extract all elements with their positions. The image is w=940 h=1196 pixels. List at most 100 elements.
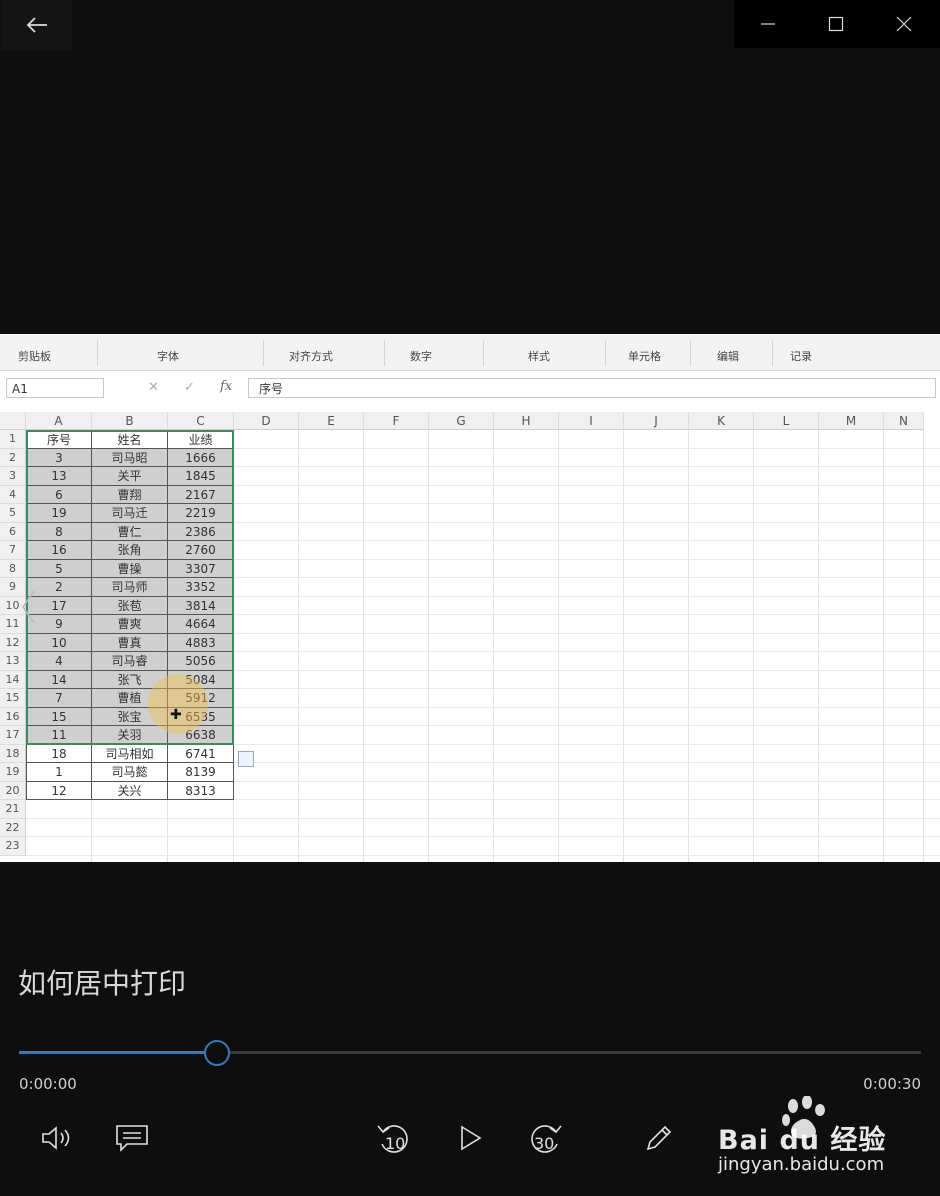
table-cell[interactable]: 张飞 [92, 670, 168, 689]
table-cell[interactable]: 18 [26, 744, 92, 763]
table-cell[interactable]: 张宝 [92, 707, 168, 726]
table-cell[interactable]: 3307 [168, 559, 234, 578]
captions-button[interactable] [114, 1118, 150, 1158]
table-cell[interactable]: 1666 [168, 448, 234, 467]
table-cell[interactable]: 6638 [168, 726, 234, 745]
table-cell[interactable]: 4 [26, 652, 92, 671]
play-button[interactable] [456, 1118, 486, 1158]
table-cell[interactable]: 曹翔 [92, 485, 168, 504]
table-cell[interactable]: 司马师 [92, 578, 168, 597]
table-cell[interactable]: 2219 [168, 504, 234, 523]
table-cell[interactable]: 4664 [168, 615, 234, 634]
maximize-button[interactable] [802, 0, 870, 48]
skip-forward-button[interactable]: 30 [525, 1118, 565, 1158]
table-cell[interactable]: 8139 [168, 763, 234, 782]
table-cell[interactable]: 6741 [168, 744, 234, 763]
edit-button[interactable] [642, 1118, 676, 1158]
quick-analysis-icon[interactable] [238, 750, 254, 767]
table-cell[interactable]: 5084 [168, 670, 234, 689]
table-cell[interactable]: 1 [26, 763, 92, 782]
table-cell[interactable]: 关平 [92, 467, 168, 486]
chevron-left-icon[interactable] [20, 589, 38, 625]
row-header: 22 [0, 818, 26, 837]
excel-ribbon: 剪贴板 字体 对齐方式 数字 样式 单元格 编辑 记录 [0, 334, 940, 371]
cursor-icon: ✚ [170, 706, 182, 723]
table-cell[interactable]: 5912 [168, 689, 234, 708]
progress-thumb[interactable] [204, 1040, 231, 1066]
fx-icon[interactable]: fx [220, 379, 232, 394]
table-cell[interactable]: 3814 [168, 596, 234, 615]
spreadsheet-grid[interactable]: A B C D E F G H I J K L M N 1 2 3 4 5 6 7 8 9 10 11 12 13 14 15 16 17 1… [0, 412, 940, 862]
table-cell[interactable]: 1845 [168, 467, 234, 486]
formula-bar: A1 ✕ ✓ fx 序号 [0, 374, 940, 402]
table-cell[interactable]: 6 [26, 485, 92, 504]
table-cell[interactable]: 司马懿 [92, 763, 168, 782]
grid-line [298, 430, 299, 862]
table-cell[interactable]: 15 [26, 707, 92, 726]
table-cell[interactable]: 2167 [168, 485, 234, 504]
ribbon-group-label: 数字 [410, 350, 432, 363]
table-cell[interactable]: 3 [26, 448, 92, 467]
table-cell[interactable]: 13 [26, 467, 92, 486]
grid-line [623, 430, 624, 862]
close-button[interactable] [870, 0, 938, 48]
table-cell[interactable]: 关羽 [92, 726, 168, 745]
table-cell[interactable]: 曹操 [92, 559, 168, 578]
skip-back-button[interactable]: 10 [374, 1118, 414, 1158]
column-header: L [754, 412, 819, 430]
table-cell[interactable]: 8 [26, 522, 92, 541]
table-cell[interactable]: 5 [26, 559, 92, 578]
grid-line [688, 430, 689, 862]
column-header: E [299, 412, 364, 430]
table-cell[interactable]: 11 [26, 726, 92, 745]
grid-line [883, 430, 884, 862]
close-icon [896, 16, 912, 32]
table-cell[interactable]: 司马睿 [92, 652, 168, 671]
table-cell[interactable]: 张苞 [92, 596, 168, 615]
ribbon-group-label: 剪贴板 [18, 350, 51, 363]
table-cell[interactable]: 张角 [92, 541, 168, 560]
minimize-button[interactable] [734, 0, 802, 48]
captions-icon [116, 1125, 148, 1152]
table-cell[interactable]: 3352 [168, 578, 234, 597]
row-header: 21 [0, 800, 26, 819]
baidu-watermark: Bai du 经验 jingyan.baidu.com [718, 1096, 928, 1180]
window-controls [734, 0, 940, 48]
progress-track[interactable] [19, 1051, 921, 1054]
check-icon[interactable]: ✓ [184, 380, 195, 395]
table-cell[interactable]: 12 [26, 781, 92, 800]
table-cell[interactable]: 4883 [168, 633, 234, 652]
volume-button[interactable] [38, 1118, 76, 1158]
table-cell[interactable]: 14 [26, 670, 92, 689]
column-header: F [364, 412, 429, 430]
play-icon [461, 1125, 482, 1151]
formula-input[interactable]: 序号 [248, 378, 936, 398]
table-cell[interactable]: 7 [26, 689, 92, 708]
table-header-cell[interactable]: 业绩 [168, 430, 234, 449]
table-cell[interactable]: 5056 [168, 652, 234, 671]
back-button[interactable] [2, 0, 72, 50]
table-cell[interactable]: 司马相如 [92, 744, 168, 763]
cancel-icon[interactable]: ✕ [148, 380, 159, 395]
table-cell[interactable]: 司马昭 [92, 448, 168, 467]
grid-line [753, 430, 754, 862]
table-cell[interactable]: 10 [26, 633, 92, 652]
video-frame[interactable]: 剪贴板 字体 对齐方式 数字 样式 单元格 编辑 记录 A1 ✕ ✓ fx 序号… [0, 334, 940, 862]
table-cell[interactable]: 曹植 [92, 689, 168, 708]
table-header-cell[interactable]: 序号 [26, 430, 92, 449]
ribbon-group-label: 编辑 [717, 350, 739, 363]
watermark-url: jingyan.baidu.com [718, 1154, 885, 1175]
name-box[interactable]: A1 [6, 378, 104, 398]
table-cell[interactable]: 8313 [168, 781, 234, 800]
row-header: 19 [0, 763, 26, 782]
table-cell[interactable]: 2386 [168, 522, 234, 541]
table-cell[interactable]: 曹仁 [92, 522, 168, 541]
table-cell[interactable]: 16 [26, 541, 92, 560]
table-cell[interactable]: 关兴 [92, 781, 168, 800]
table-cell[interactable]: 曹真 [92, 633, 168, 652]
table-cell[interactable]: 曹爽 [92, 615, 168, 634]
table-cell[interactable]: 司马迁 [92, 504, 168, 523]
table-cell[interactable]: 2760 [168, 541, 234, 560]
table-header-cell[interactable]: 姓名 [92, 430, 168, 449]
table-cell[interactable]: 19 [26, 504, 92, 523]
